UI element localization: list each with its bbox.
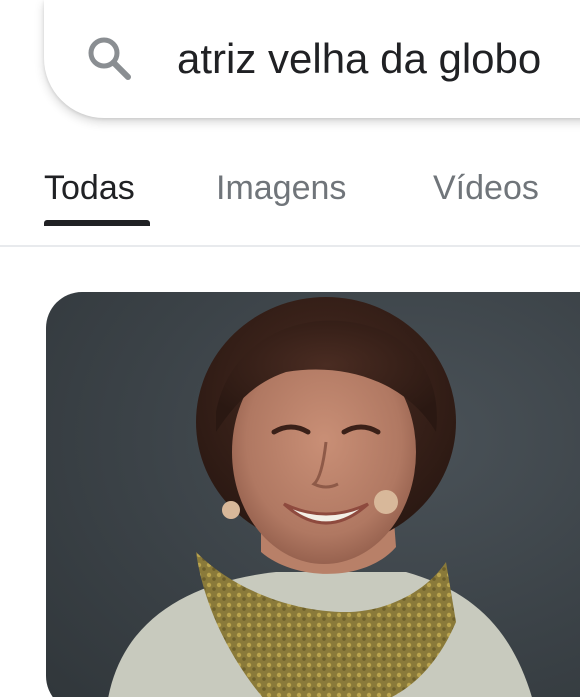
image-result-card[interactable] bbox=[46, 292, 580, 697]
search-tabs: Todas Imagens Vídeos bbox=[0, 150, 580, 246]
search-input[interactable]: atriz velha da globo bbox=[177, 32, 541, 86]
search-results-page: atriz velha da globo Todas Imagens Vídeo… bbox=[0, 0, 580, 697]
search-icon[interactable] bbox=[84, 33, 134, 83]
tab-todas[interactable]: Todas bbox=[44, 166, 135, 210]
portrait-image bbox=[108, 297, 532, 697]
active-tab-indicator bbox=[44, 220, 150, 226]
tab-videos[interactable]: Vídeos bbox=[433, 166, 539, 210]
tabs-divider bbox=[0, 245, 580, 247]
tab-imagens[interactable]: Imagens bbox=[216, 166, 346, 210]
